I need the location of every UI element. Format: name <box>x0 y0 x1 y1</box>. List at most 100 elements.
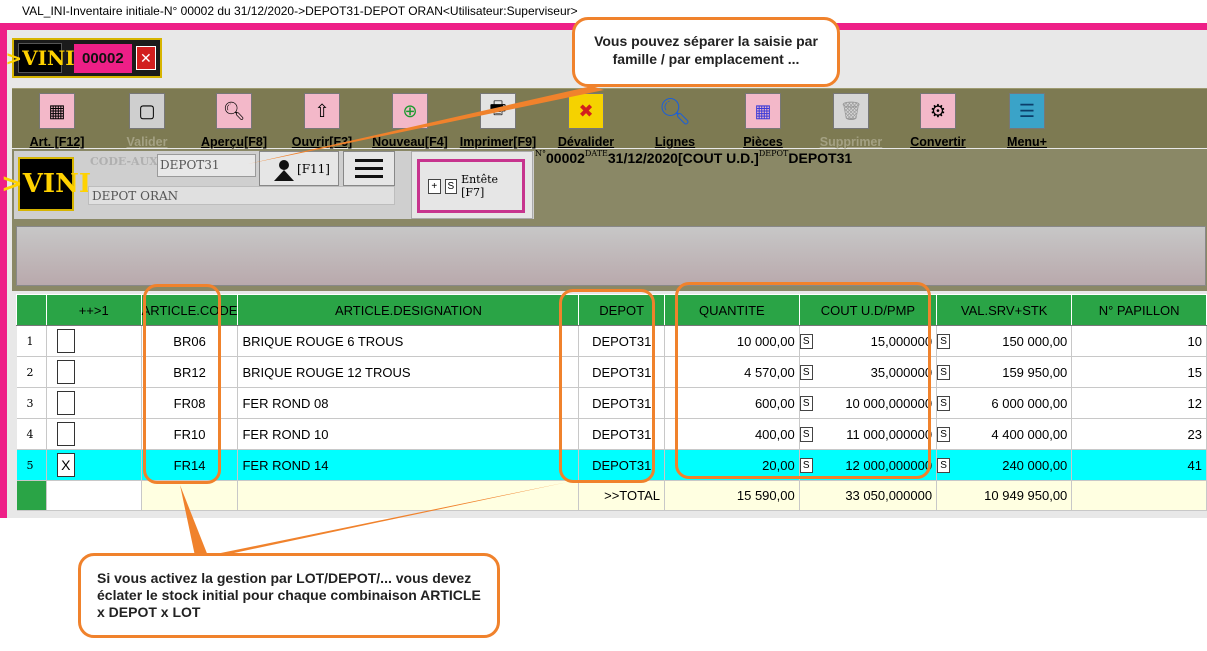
cost-mode: [COUT U.D.] <box>677 150 759 166</box>
entete-button[interactable]: + S Entête [F7] <box>417 159 525 213</box>
menu-plus-button[interactable]: ☰ Menu+ <box>982 89 1072 149</box>
cell-val[interactable]: S 159 950,00 <box>936 356 1073 388</box>
col-header-val[interactable]: VAL.SRV+STK <box>936 294 1073 326</box>
row-checkbox-cell[interactable] <box>46 325 142 357</box>
validate-icon: ▢ <box>129 93 165 129</box>
cell-designation[interactable]: FER ROND 10 <box>237 418 580 450</box>
header-summary: N°00002DATE31/12/2020[COUT U.D.]DEPOTDEP… <box>535 149 853 166</box>
f11-label: [F11] <box>297 161 330 176</box>
new-plus-icon: ⊕ <box>392 93 428 129</box>
s-marker-icon[interactable]: S <box>937 457 951 473</box>
close-icon[interactable]: ✕ <box>135 46 156 70</box>
article-button-label: Art. [F12] <box>29 135 85 149</box>
lines-magnifier-icon: 🔍︎ <box>658 95 692 126</box>
s-marker-icon[interactable]: S <box>937 395 951 411</box>
unvalidate-x-icon: ✖ <box>568 93 604 129</box>
convert-gear-icon: ⚙︎ <box>920 93 956 129</box>
document-number: 00002 <box>74 43 132 73</box>
row-number: 2 <box>16 356 47 388</box>
col-header-designation[interactable]: ARTICLE.DESIGNATION <box>237 294 580 326</box>
total-label: >>TOTAL <box>578 480 666 511</box>
unvalidate-button-label: Dévalider <box>557 135 615 149</box>
highlight-depot <box>559 289 655 483</box>
new-button[interactable]: ⊕ Nouveau[F4] <box>365 89 455 149</box>
delete-icon: 🗑︎ <box>833 93 869 129</box>
delete-button[interactable]: 🗑︎ Supprimer <box>806 89 896 149</box>
row-checkbox[interactable] <box>56 329 75 353</box>
val-value: 150 000,00 <box>1002 333 1068 349</box>
doc-depot: DEPOT31 <box>788 150 853 166</box>
entete-label: Entête [F7] <box>461 173 499 199</box>
person-icon <box>274 160 294 181</box>
article-grid-icon: ▦ <box>39 93 75 129</box>
cell-val[interactable]: S 150 000,00 <box>936 325 1073 357</box>
f11-button[interactable]: [F11] <box>259 151 339 186</box>
cell-designation[interactable]: FER ROND 14 <box>237 449 580 481</box>
lines-button[interactable]: 🔍︎ Lignes <box>630 89 720 150</box>
cell-val[interactable]: S 4 400 000,00 <box>936 418 1073 450</box>
row-checkbox-cell[interactable] <box>46 418 142 450</box>
total-cout: 33 050,000000 <box>799 480 938 511</box>
plus-icon: + <box>428 178 441 194</box>
code-aux-label: CODE-AUX <box>90 155 158 168</box>
s-marker-icon[interactable]: S <box>937 426 951 442</box>
doc-date: 31/12/2020 <box>607 150 678 166</box>
callout-bottom: Si vous activez la gestion par LOT/DEPOT… <box>78 553 500 638</box>
s-marker-icon[interactable]: S <box>937 333 951 349</box>
total-row: >>TOTAL 15 590,00 33 050,000000 10 949 950,… <box>16 480 1207 511</box>
code-aux-field[interactable]: DEPOT31 <box>157 154 256 177</box>
row-checkbox-cell[interactable]: X <box>46 449 142 481</box>
info-strip <box>16 226 1206 286</box>
cell-designation[interactable]: FER ROND 08 <box>237 387 580 419</box>
date-label: DATE <box>584 149 608 158</box>
total-empty <box>1071 480 1207 511</box>
total-rownum <box>16 480 47 511</box>
cell-val[interactable]: S 240 000,00 <box>936 449 1073 481</box>
row-number: 4 <box>16 418 47 450</box>
hamburger-menu-button[interactable] <box>343 151 395 186</box>
open-arrow-icon: ⇧ <box>304 93 340 129</box>
col-header-papillon[interactable]: N° PAPILLON <box>1071 294 1207 326</box>
cell-papillon[interactable]: 12 <box>1071 387 1207 419</box>
print-button[interactable]: 🖶︎ Imprimer[F9] <box>453 89 543 149</box>
cell-papillon[interactable]: 23 <box>1071 418 1207 450</box>
s-marker-icon[interactable]: S <box>937 364 951 380</box>
cell-designation[interactable]: BRIQUE ROUGE 6 TROUS <box>237 325 580 357</box>
pieces-button[interactable]: ▦ Pièces <box>718 89 808 149</box>
article-button[interactable]: ▦ Art. [F12] <box>12 89 102 149</box>
col-header-check[interactable]: ++>1 <box>45 294 142 326</box>
print-button-label: Imprimer[F9] <box>459 135 537 149</box>
total-empty <box>141 480 239 511</box>
delete-button-label: Supprimer <box>819 135 883 149</box>
total-quantite: 15 590,00 <box>664 480 800 511</box>
preview-magnifier-icon: 🔍︎ <box>216 93 252 129</box>
row-checkbox[interactable]: X <box>56 453 75 477</box>
validate-button[interactable]: ▢ Valider <box>102 89 192 149</box>
row-checkbox-cell[interactable] <box>46 356 142 388</box>
val-value: 4 400 000,00 <box>991 426 1068 442</box>
val-value: 6 000 000,00 <box>991 395 1068 411</box>
row-checkbox[interactable] <box>56 391 75 415</box>
cell-val[interactable]: S 6 000 000,00 <box>936 387 1073 419</box>
cell-designation[interactable]: BRIQUE ROUGE 12 TROUS <box>237 356 580 388</box>
highlight-article-code <box>143 284 221 484</box>
highlight-quantity-cost <box>675 282 931 479</box>
pieces-grid-icon: ▦ <box>745 93 781 129</box>
unvalidate-button[interactable]: ✖ Dévalider <box>541 89 631 149</box>
row-checkbox-cell[interactable] <box>46 387 142 419</box>
doc-num: 00002 <box>546 150 585 166</box>
cell-papillon[interactable]: 15 <box>1071 356 1207 388</box>
depot-name-field[interactable]: DEPOT ORAN <box>88 186 395 205</box>
vini-logo: >VINI <box>5 43 75 73</box>
preview-button[interactable]: 🔍︎ Aperçu[F8] <box>189 89 279 149</box>
cell-papillon[interactable]: 10 <box>1071 325 1207 357</box>
open-button[interactable]: ⇧ Ouvrir[F3] <box>277 89 367 149</box>
cell-papillon[interactable]: 41 <box>1071 449 1207 481</box>
row-number: 1 <box>16 325 47 357</box>
form-vini-logo: >VINI <box>1 157 91 211</box>
convert-button[interactable]: ⚙︎ Convertir <box>893 89 983 149</box>
row-checkbox[interactable] <box>56 360 75 384</box>
preview-button-label: Aperçu[F8] <box>201 135 267 149</box>
row-checkbox[interactable] <box>56 422 75 446</box>
convert-button-label: Convertir <box>910 135 966 149</box>
